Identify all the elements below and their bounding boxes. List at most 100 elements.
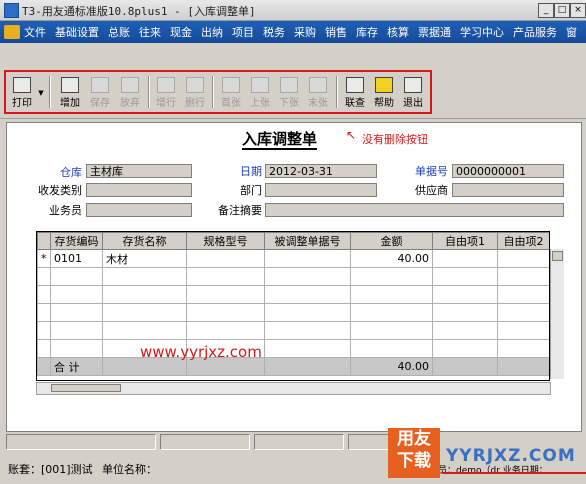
column-header[interactable]: 金额: [350, 232, 433, 250]
delete-row-button[interactable]: 删行: [182, 75, 208, 109]
exit-button[interactable]: 退出: [400, 75, 426, 109]
minimize-button[interactable]: _: [538, 3, 554, 18]
salesman-label: 业务员: [49, 204, 82, 217]
table-row[interactable]: [37, 285, 549, 304]
help-button[interactable]: 帮助: [371, 75, 397, 109]
save-button[interactable]: 保存: [86, 75, 114, 109]
doc-no-field[interactable]: 0000000001: [452, 164, 564, 178]
add-button[interactable]: 增加: [56, 75, 84, 109]
menu-cash[interactable]: 现金: [170, 24, 192, 40]
logo-line1: 用友: [397, 429, 431, 449]
grid-horizontal-scrollbar[interactable]: [36, 382, 551, 395]
menu-window[interactable]: 窗: [566, 24, 577, 40]
new-document-icon: [61, 77, 79, 93]
scroll-thumb[interactable]: [552, 251, 563, 261]
menu-services[interactable]: 产品服务: [513, 24, 557, 40]
column-header[interactable]: 自由项2: [497, 232, 549, 250]
scroll-thumb[interactable]: [51, 384, 121, 392]
table-row[interactable]: [37, 267, 549, 286]
remark-field[interactable]: [265, 203, 564, 217]
cell-f2[interactable]: [497, 249, 549, 268]
discard-button[interactable]: 放弃: [116, 75, 144, 109]
menu-learning[interactable]: 学习中心: [460, 24, 504, 40]
account-status: 账套：[001]测试: [8, 463, 93, 476]
status-panel: [254, 434, 344, 450]
toolbar-separator: [336, 76, 338, 108]
menu-sales[interactable]: 销售: [325, 24, 347, 40]
first-record-icon: [222, 77, 240, 93]
warehouse-field[interactable]: 主材库: [86, 164, 192, 178]
grid-vertical-scrollbar[interactable]: [550, 249, 564, 379]
cell-amount[interactable]: 40.00: [350, 249, 433, 268]
cell-f1[interactable]: [432, 249, 498, 268]
cell-spec[interactable]: [186, 249, 265, 268]
row-marker-header: [37, 232, 51, 250]
linked-query-button[interactable]: 联查: [342, 75, 368, 109]
window-title: T3-用友通标准版10.8plus1 - [入库调整单]: [22, 5, 256, 18]
table-row[interactable]: [37, 321, 549, 340]
print-label: 打印: [12, 98, 32, 109]
print-dropdown[interactable]: ▼: [37, 75, 45, 109]
total-label: 合 计: [50, 357, 103, 376]
menu-tax[interactable]: 税务: [263, 24, 285, 40]
column-header[interactable]: 存货名称: [102, 232, 187, 250]
row-marker: *: [37, 249, 51, 268]
prev-label: 上张: [250, 98, 270, 109]
delete-row-icon: [186, 77, 204, 93]
cell-name[interactable]: 木材: [102, 249, 187, 268]
menu-purchase[interactable]: 采购: [294, 24, 316, 40]
table-row[interactable]: * 0101 木材 40.00: [37, 249, 549, 268]
logo-line2: 下载: [397, 451, 431, 471]
salesman-field[interactable]: [86, 203, 192, 217]
first-button[interactable]: 首张: [218, 75, 244, 109]
toolbar-separator: [49, 76, 51, 108]
linked-query-icon: [346, 77, 364, 93]
exit-label: 退出: [403, 98, 423, 109]
column-header[interactable]: 自由项1: [432, 232, 498, 250]
next-button[interactable]: 下张: [276, 75, 302, 109]
discard-icon: [121, 77, 139, 93]
date-label: 日期: [240, 165, 262, 178]
save-label: 保存: [90, 98, 110, 109]
brand-logo: 用友 下载: [388, 428, 440, 478]
add-row-button[interactable]: 增行: [153, 75, 179, 109]
prev-button[interactable]: 上张: [247, 75, 273, 109]
print-button[interactable]: 打印: [8, 75, 36, 109]
menu-project[interactable]: 项目: [232, 24, 254, 40]
first-label: 首张: [221, 98, 241, 109]
column-header[interactable]: 被调整单据号: [264, 232, 351, 250]
cell-ref[interactable]: [264, 249, 351, 268]
detail-grid: 存货编码 存货名称 规格型号 被调整单据号 金额 自由项1 自由项2 * 010…: [36, 231, 550, 381]
menu-inventory[interactable]: 库存: [356, 24, 378, 40]
last-record-icon: [309, 77, 327, 93]
category-label: 收发类别: [38, 184, 82, 197]
cell-code[interactable]: 0101: [50, 249, 103, 268]
menu-cashier[interactable]: 出纳: [201, 24, 223, 40]
add-label: 增加: [60, 98, 80, 109]
document-title: 入库调整单: [242, 130, 318, 150]
category-field[interactable]: [86, 183, 192, 197]
last-button[interactable]: 末张: [305, 75, 331, 109]
menu-basic-settings[interactable]: 基础设置: [55, 24, 99, 40]
date-field[interactable]: 2012-03-31: [265, 164, 377, 178]
maximize-button[interactable]: □: [554, 3, 570, 18]
supplier-field[interactable]: [452, 183, 564, 197]
menu-accounts[interactable]: 往来: [139, 24, 161, 40]
dept-field[interactable]: [265, 183, 377, 197]
table-row[interactable]: [37, 339, 549, 358]
brand-text: YYRJXZ.COM: [446, 446, 576, 466]
dept-label: 部门: [240, 184, 262, 197]
toolbar-separator: [148, 76, 150, 108]
total-row: 合 计 40.00: [37, 357, 549, 376]
menu-logo-icon: [4, 25, 20, 39]
help-icon: [375, 77, 393, 93]
table-row[interactable]: [37, 303, 549, 322]
grid-header-row: 存货编码 存货名称 规格型号 被调整单据号 金额 自由项1 自由项2: [37, 232, 549, 250]
menu-file[interactable]: 文件: [24, 24, 46, 40]
menu-bills[interactable]: 票据通: [418, 24, 451, 40]
menu-ledger[interactable]: 总账: [108, 24, 130, 40]
close-button[interactable]: ×: [570, 3, 586, 18]
column-header[interactable]: 存货编码: [50, 232, 103, 250]
column-header[interactable]: 规格型号: [186, 232, 265, 250]
menu-costing[interactable]: 核算: [387, 24, 409, 40]
